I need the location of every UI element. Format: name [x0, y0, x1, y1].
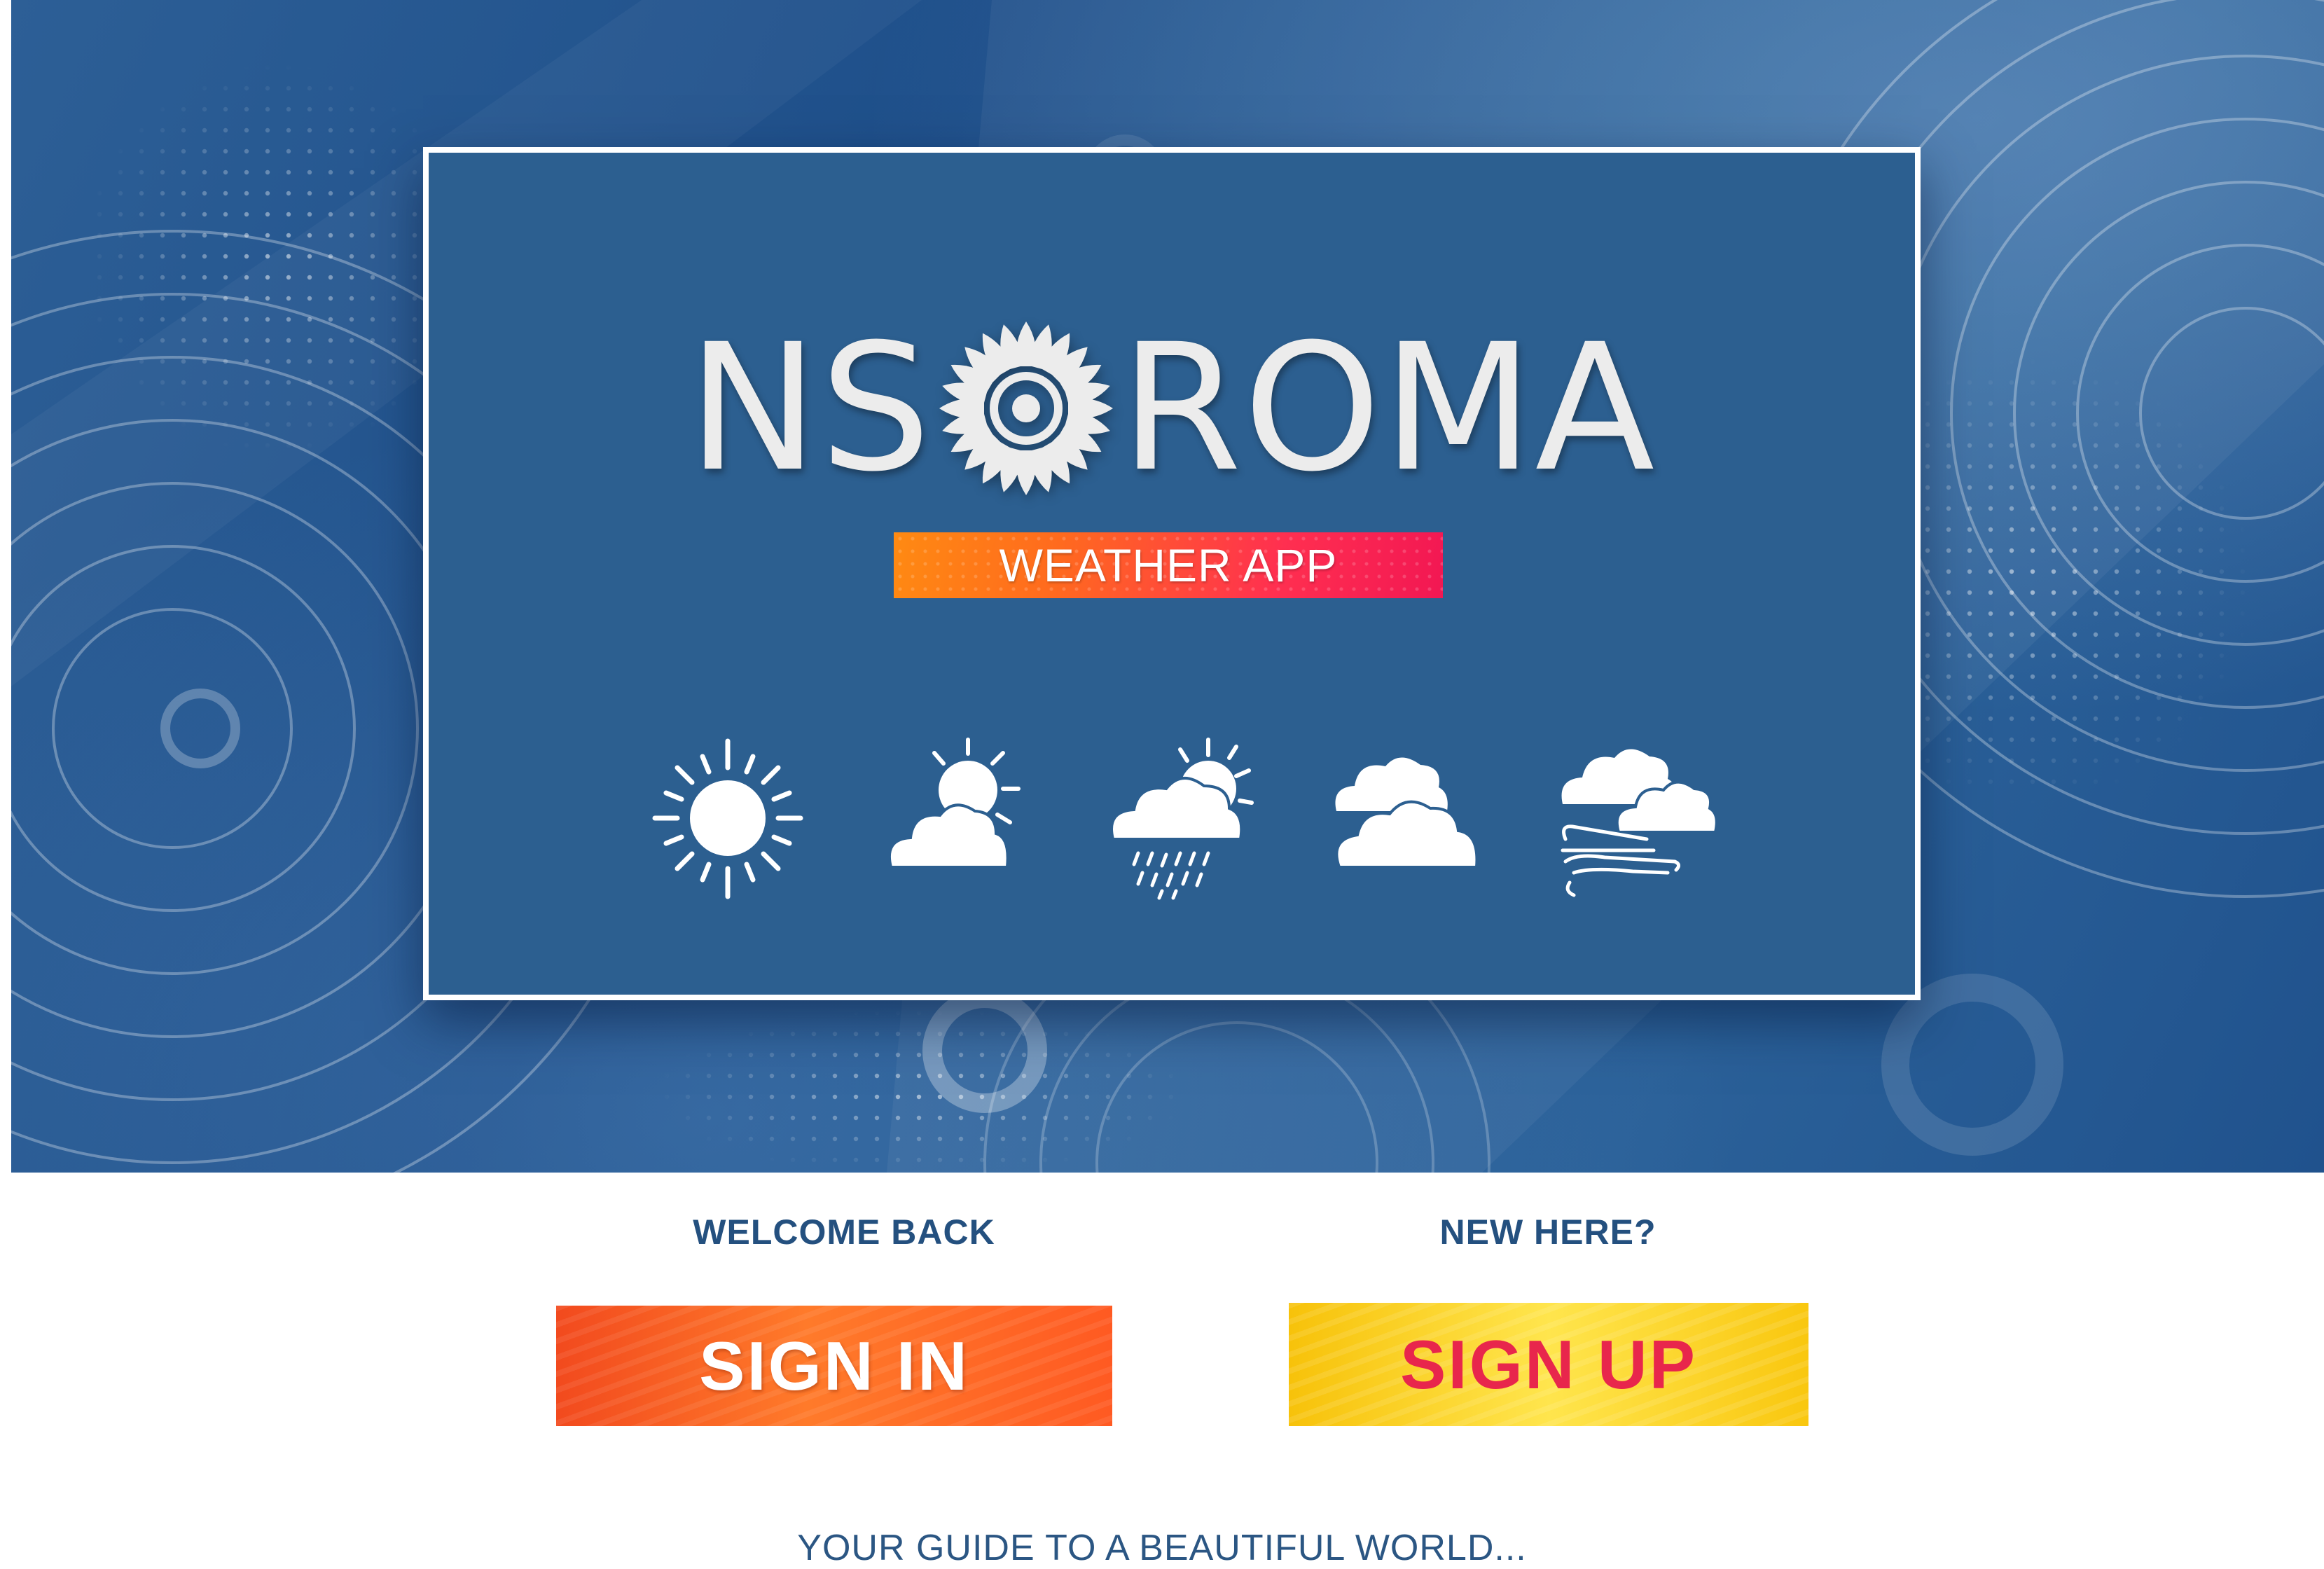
app-logo: NS ROMA: [429, 314, 1915, 503]
weather-app-banner: WEATHER APP: [894, 532, 1443, 598]
partly-sunny-icon: [887, 738, 1021, 869]
sign-up-button[interactable]: SIGN UP: [1289, 1303, 1808, 1426]
sun-rain-icon: [1110, 738, 1254, 900]
sun-flower-emblem-icon: [939, 322, 1114, 495]
welcome-back-label: WELCOME BACK: [693, 1212, 995, 1252]
logo-panel: NS ROMA WEATHER APP: [423, 147, 1921, 1000]
logo-text-left: NS: [687, 306, 933, 510]
hero-background: NS ROMA WEATHER APP: [11, 0, 2324, 1173]
windy-icon: [1561, 749, 1717, 897]
logo-text-right: ROMA: [1120, 306, 1656, 510]
new-here-label: NEW HERE?: [1439, 1212, 1656, 1252]
sun-icon: [652, 738, 803, 899]
banner-label: WEATHER APP: [999, 539, 1338, 591]
sign-in-button[interactable]: SIGN IN: [556, 1306, 1112, 1426]
weather-icon-row: [429, 734, 1915, 902]
cloudy-icon: [1335, 757, 1479, 869]
tagline: YOUR GUIDE TO A BEAUTIFUL WORLD...: [797, 1528, 1527, 1568]
